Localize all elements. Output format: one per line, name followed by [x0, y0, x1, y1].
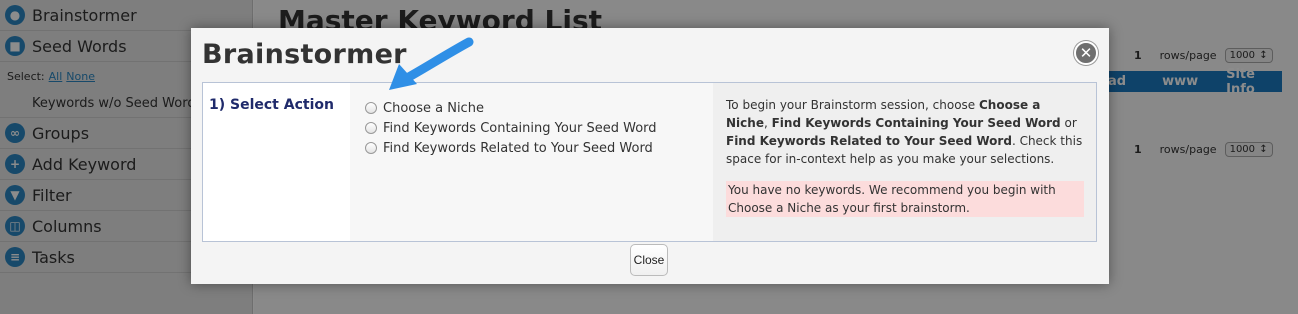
step-column: 1) Select Action — [203, 83, 350, 241]
action-options: Choose a Niche Find Keywords Containing … — [350, 83, 713, 241]
option-choose-niche[interactable]: Choose a Niche — [365, 98, 713, 118]
radio-button[interactable] — [365, 122, 377, 134]
no-keywords-warning: You have no keywords. We recommend you b… — [726, 181, 1084, 217]
help-sep: , — [763, 116, 772, 130]
brainstormer-modal: Brainstormer ✕ 1) Select Action Choose a… — [191, 28, 1109, 284]
close-button[interactable]: Close — [630, 244, 668, 276]
pointer-arrow-icon — [389, 37, 474, 90]
close-icon[interactable]: ✕ — [1074, 41, 1098, 65]
help-panel: To begin your Brainstorm session, choose… — [713, 83, 1096, 241]
brainstorm-panel: 1) Select Action Choose a Niche Find Key… — [202, 82, 1097, 242]
step-label: 1) Select Action — [209, 97, 334, 113]
help-bold-related: Find Keywords Related to Your Seed Word — [726, 134, 1012, 148]
radio-button[interactable] — [365, 102, 377, 114]
option-related-seed-word[interactable]: Find Keywords Related to Your Seed Word — [365, 138, 713, 158]
help-bold-containing: Find Keywords Containing Your Seed Word — [771, 116, 1061, 130]
help-intro: To begin your Brainstorm session, choose — [726, 98, 979, 112]
help-sep: or — [1060, 116, 1077, 130]
modal-title: Brainstormer — [202, 39, 407, 70]
option-label: Choose a Niche — [383, 100, 484, 116]
option-label: Find Keywords Containing Your Seed Word — [383, 120, 657, 136]
radio-button[interactable] — [365, 142, 377, 154]
option-containing-seed-word[interactable]: Find Keywords Containing Your Seed Word — [365, 118, 713, 138]
option-label: Find Keywords Related to Your Seed Word — [383, 140, 653, 156]
help-text: To begin your Brainstorm session, choose… — [726, 96, 1084, 168]
